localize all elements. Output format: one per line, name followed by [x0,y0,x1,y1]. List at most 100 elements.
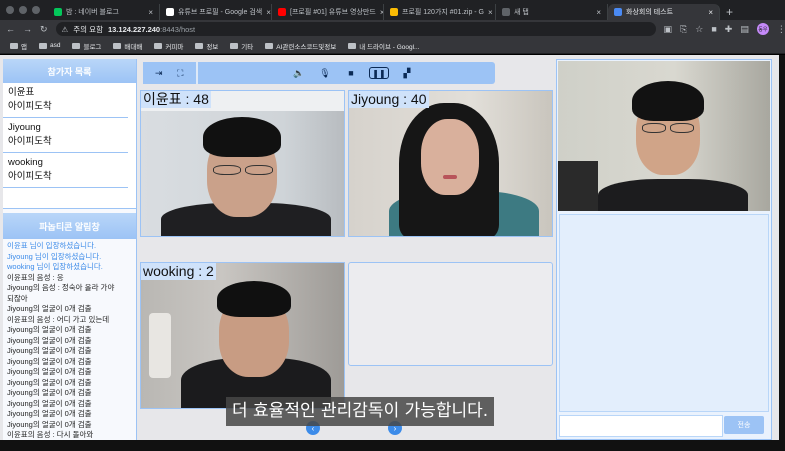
log-line: Jiyoung의 음성 : 정숙아 올라 가야 [7,283,115,292]
self-video[interactable] [558,61,770,211]
more-icon[interactable]: ⋮ [777,24,785,35]
log-line: 이윤표의 음성 : 다시 돌아와 [7,430,94,439]
log-line: Jiyoung 님이 입장하셨습니다. [7,251,102,261]
video-tile-2[interactable]: Jiyoung : 40 [348,90,553,237]
log-line: Jiyoung의 얼굴이 0개 검출 [7,356,92,366]
profile-avatar[interactable]: 동우 [756,23,769,35]
window-edge [0,440,785,451]
translate-icon[interactable]: ⎘ [680,24,687,35]
control-bar-right: 🔈 🎙 ■ ❚❚ ▞ [291,62,415,84]
bookmark-item[interactable]: 블로그 [72,41,101,51]
fullscreen-icon[interactable]: ⛶ [172,66,188,80]
log-line: Jiyoung의 얼굴이 0개 검출 [7,367,92,376]
folder-icon [195,42,204,49]
reload-icon[interactable]: ↻ [40,24,48,35]
extension-icon[interactable]: ■ [711,24,716,34]
back-icon[interactable]: ← [6,24,15,34]
browser-tab[interactable]: [프로필 #01] 유튜브 영상만드× [272,4,384,20]
browser-tab[interactable]: 화상회의 테스트 × [608,4,720,20]
screen-share-icon[interactable]: ▞ [399,66,415,80]
bookmark-item[interactable]: AI관련소스코드및정보 [265,41,336,51]
browser-tab[interactable]: 새 탭 × [496,4,608,20]
folder-icon [113,42,122,49]
bookmark-item[interactable]: 기타 [230,41,253,51]
pause-icon[interactable]: ❚❚ [369,67,389,79]
log-line: wooking 님이 입장하셨습니다. [7,262,103,271]
exit-icon[interactable]: ⇥ [151,66,167,80]
participant-item[interactable]: wooking 아이피도착 [3,153,128,188]
tab-close-icon[interactable]: × [488,8,493,17]
window-controls [6,6,40,14]
bookmark-label: 내 드라이브 - Googl... [359,43,420,51]
puzzle-icon[interactable]: ✚ [725,24,733,35]
video-label: 이윤표 : 48 [141,91,211,108]
bookmark-label: 커피마 [165,43,184,51]
browser-tab[interactable]: 유튜브 프로필 - Google 검색 × [160,4,272,20]
tab-favicon-icon [614,8,622,16]
camera-permission-icon[interactable]: ▣ [664,24,673,35]
close-window-icon[interactable] [6,6,14,14]
subtitle-caption: 더 효율적인 관리감독이 가능합니다. [226,397,495,426]
participant-item[interactable]: 이윤표 아이피도착 [3,83,128,118]
bookmark-label: asd [49,42,61,49]
chat-input[interactable] [559,415,723,437]
log-line: Jiyoung의 얼굴이 0개 검출 [7,409,92,418]
bookmark-star-icon[interactable]: ☆ [695,24,703,35]
browser-tab[interactable]: 프로필 120가지 #01.zip - G × [384,4,496,20]
forward-icon[interactable]: → [23,24,32,34]
bookmark-item[interactable]: 배대배 [113,41,142,51]
tab-favicon-icon [390,8,398,16]
conference-page: 참가자 목록 이윤표 아이피도착 Jiyoung 아이피도착 wooking 아이피도착 … [0,55,779,440]
tab-title: 새 탭 [514,9,529,16]
log-line: Jiyoung의 얼굴이 0개 검출 [7,388,92,397]
address-bar[interactable]: ⚠ 주의 요함 13.124.227.240:8443/host [55,22,656,36]
tab-close-icon[interactable]: × [148,8,153,17]
video-label: wooking : 2 [141,263,216,280]
bookmark-item[interactable]: 커피마 [154,41,183,51]
folder-icon [265,42,274,49]
participant-item[interactable]: Jiyoung 아이피도착 [3,118,128,153]
tab-close-icon[interactable]: × [708,8,713,17]
menu-icon[interactable]: ▤ [740,24,749,35]
participant-status: 아이피도착 [8,101,52,112]
participants-header: 참가자 목록 [3,59,136,83]
speaker-icon[interactable]: 🔈 [291,66,307,80]
log-line: Jiyoung의 얼굴이 0개 검출 [7,346,92,355]
bookmark-item[interactable]: 내 드라이브 - Googl... [348,41,419,51]
left-sidebar: 참가자 목록 이윤표 아이피도착 Jiyoung 아이피도착 wooking 아이피도착 … [3,59,137,440]
tab-title: 화상회의 테스트 [626,9,674,16]
video-tile-3[interactable]: wooking : 2 [140,262,345,409]
log-line: Jiyoung의 얼굴이 0개 검출 [7,304,92,313]
tab-title: [프로필 #01] 유튜브 영상만드 [290,9,376,16]
security-label: 주의 요함 [73,24,103,34]
participant-name: wooking [8,157,43,168]
camera-icon[interactable]: ■ [343,66,359,80]
control-bar-left: ⇥ ⛶ [143,62,198,84]
maximize-window-icon[interactable] [32,6,40,14]
bookmark-item[interactable]: asd [38,42,61,49]
log-line: 이윤표의 음성 : 응 [7,272,64,282]
bookmark-item[interactable]: 앱 [10,41,27,51]
folder-icon [154,42,163,49]
send-button[interactable]: 전송 [724,416,764,434]
tab-title: 유튜브 프로필 - Google 검색 [178,9,263,16]
tab-favicon-icon [166,8,174,16]
blog-icon [72,42,81,49]
drive-icon [348,42,357,49]
tab-favicon-icon [54,8,62,16]
browser-tab-bar: 밤 : 네이버 블로그 × 유튜브 프로필 - Google 검색 × [프로필 #01… [0,0,785,20]
tab-close-icon[interactable]: × [596,8,601,17]
browser-tab[interactable]: 밤 : 네이버 블로그 × [48,4,160,20]
bookmark-label: 블로그 [83,43,102,51]
minimize-window-icon[interactable] [19,6,27,14]
bookmarks-bar: 앱 asd 블로그 배대배 커피마 정보 기타 AI관련소스코드및정보 내 드라이브 - Goo… [0,38,785,54]
video-tile-1[interactable]: 이윤표 : 48 [140,90,345,237]
tab-close-icon[interactable]: × [266,8,271,17]
apps-icon [10,42,18,49]
participant-name: Jiyoung [8,122,41,133]
window-edge [779,55,785,451]
microphone-icon[interactable]: 🎙 [317,66,333,80]
new-tab-button[interactable]: + [720,4,739,20]
video-label: Jiyoung : 40 [349,91,429,108]
bookmark-item[interactable]: 정보 [195,41,218,51]
